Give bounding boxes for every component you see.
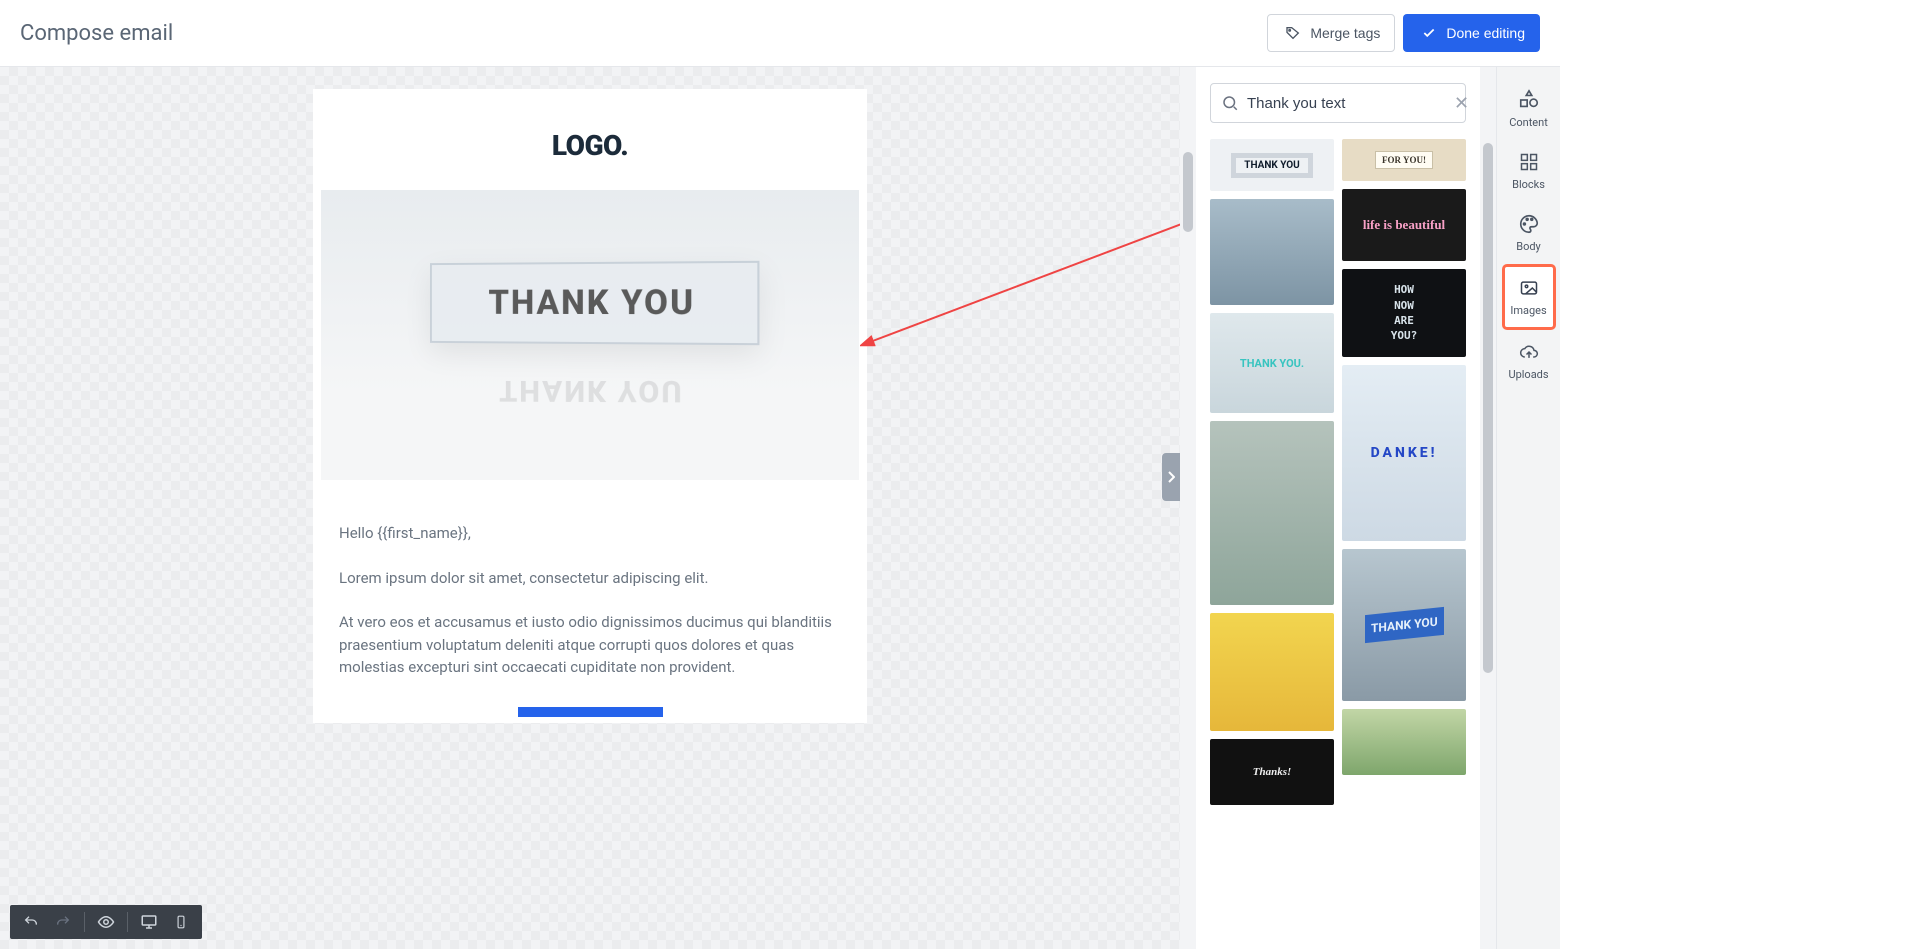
- cloud-upload-icon: [1518, 341, 1540, 363]
- right-sidebar: Content Blocks Body Images: [1496, 67, 1560, 949]
- desktop-view-button[interactable]: [136, 909, 162, 935]
- image-thumb[interactable]: HOWNOWAREYOU?: [1342, 269, 1466, 357]
- page-title: Compose email: [20, 21, 173, 46]
- image-thumb[interactable]: DANKE!: [1342, 365, 1466, 541]
- sidebar-item-images[interactable]: Images: [1503, 265, 1555, 329]
- bottom-toolbar: [10, 905, 202, 939]
- greeting: Hello {{first_name}},: [339, 522, 841, 545]
- search-icon: [1221, 92, 1239, 114]
- sidebar-label: Blocks: [1512, 178, 1545, 191]
- image-thumb[interactable]: [1210, 613, 1334, 731]
- header-actions: Merge tags Done editing: [1267, 14, 1540, 52]
- grid-icon: [1518, 151, 1540, 173]
- email-body[interactable]: Hello {{first_name}}, Lorem ipsum dolor …: [321, 522, 859, 723]
- images-panel: ✕ THANK YOU THANK YOU. Thanks! FOR YOU! …: [1196, 67, 1480, 949]
- undo-button[interactable]: [18, 909, 44, 935]
- sidebar-item-blocks[interactable]: Blocks: [1503, 141, 1555, 201]
- image-thumb[interactable]: THANK YOU: [1342, 549, 1466, 701]
- sidebar-label: Content: [1509, 116, 1548, 129]
- image-thumb[interactable]: THANK YOU.: [1210, 313, 1334, 413]
- header: Compose email Merge tags Done editing: [0, 0, 1560, 67]
- image-thumb[interactable]: [1342, 709, 1466, 775]
- image-grid: THANK YOU THANK YOU. Thanks! FOR YOU! li…: [1210, 139, 1466, 949]
- redo-button[interactable]: [50, 909, 76, 935]
- image-icon: [1518, 277, 1540, 299]
- email-canvas[interactable]: LOGO. THANK YOU THANK YOU Hello {{first_…: [313, 89, 867, 723]
- merge-tags-label: Merge tags: [1310, 25, 1380, 41]
- tag-icon: [1282, 22, 1304, 44]
- shapes-icon: [1518, 89, 1540, 111]
- sidebar-item-body[interactable]: Body: [1503, 203, 1555, 263]
- image-thumb[interactable]: FOR YOU!: [1342, 139, 1466, 181]
- clear-search-icon[interactable]: ✕: [1454, 93, 1469, 114]
- image-thumb[interactable]: [1210, 199, 1334, 305]
- toolbar-separator: [127, 912, 128, 932]
- cta-row: [339, 701, 841, 724]
- sidebar-item-content[interactable]: Content: [1503, 79, 1555, 139]
- canvas-scrollbar[interactable]: [1180, 67, 1196, 949]
- toolbar-separator: [84, 912, 85, 932]
- glass-block: THANK YOU: [430, 261, 759, 345]
- image-thumb[interactable]: THANK YOU: [1210, 139, 1334, 191]
- sidebar-label: Images: [1510, 304, 1546, 317]
- merge-tags-button[interactable]: Merge tags: [1267, 14, 1395, 52]
- sidebar-label: Uploads: [1508, 368, 1548, 381]
- glass-reflection: THANK YOU: [430, 347, 759, 409]
- email-logo[interactable]: LOGO.: [321, 129, 859, 162]
- para1: Lorem ipsum dolor sit amet, consectetur …: [339, 567, 841, 590]
- panel-scrollbar[interactable]: [1480, 67, 1496, 949]
- done-editing-label: Done editing: [1446, 25, 1525, 41]
- scrollbar-thumb[interactable]: [1483, 143, 1493, 673]
- cta-button[interactable]: [518, 707, 663, 717]
- scrollbar-thumb[interactable]: [1183, 152, 1193, 232]
- search-input[interactable]: [1247, 95, 1446, 112]
- mobile-view-button[interactable]: [168, 909, 194, 935]
- image-thumb[interactable]: life is beautiful: [1342, 189, 1466, 261]
- preview-button[interactable]: [93, 909, 119, 935]
- check-icon: [1418, 22, 1440, 44]
- sidebar-item-uploads[interactable]: Uploads: [1503, 331, 1555, 391]
- done-editing-button[interactable]: Done editing: [1403, 14, 1540, 52]
- palette-icon: [1518, 213, 1540, 235]
- sidebar-label: Body: [1516, 240, 1541, 253]
- main: LOGO. THANK YOU THANK YOU Hello {{first_…: [0, 67, 1560, 949]
- hero-text: THANK YOU: [488, 283, 695, 324]
- para2: At vero eos et accusamus et iusto odio d…: [339, 611, 841, 679]
- hero-image[interactable]: THANK YOU THANK YOU: [321, 190, 859, 480]
- canvas-area[interactable]: LOGO. THANK YOU THANK YOU Hello {{first_…: [0, 67, 1180, 949]
- image-thumb[interactable]: [1210, 421, 1334, 605]
- collapse-panel-handle[interactable]: [1162, 453, 1180, 501]
- image-thumb[interactable]: Thanks!: [1210, 739, 1334, 805]
- image-search-box[interactable]: ✕: [1210, 83, 1466, 123]
